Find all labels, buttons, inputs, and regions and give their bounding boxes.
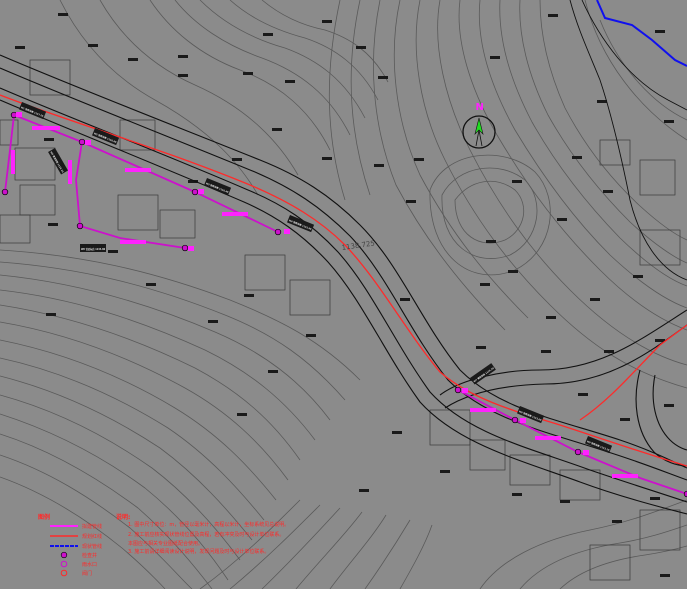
note-line: 本图应与相关专业图纸配合使用。	[128, 540, 203, 547]
legend-label: 阀门	[82, 570, 92, 577]
site-plan-map: W1 管底标高 1137.25 W2 管底标高 1136.80 W3 管底标高 …	[0, 0, 687, 589]
note-line: 2. 施工前应核实现状管线位置及高程，若有冲突及时与设计单位联系。	[128, 531, 284, 538]
note-line: 3. 施工前请详细阅读设计说明，发现问题及时与设计单位联系。	[128, 548, 269, 555]
legend-label: 雨水口	[82, 561, 97, 568]
station-label: W6 管底标高 1134.80	[80, 244, 106, 252]
legend-label: 检查井	[82, 552, 97, 559]
note-line: 1. 图中尺寸单位：m，管径以毫米计，高程以米计，坐标系统见总说明。	[128, 521, 289, 528]
map-background	[0, 0, 687, 589]
notes-title: 说明:	[116, 513, 130, 521]
north-label: N	[476, 102, 484, 113]
legend-label: 现状管线	[82, 543, 102, 550]
station-text: W6 管底标高 1134.80	[81, 247, 106, 251]
legend-label: 拟建管线	[82, 523, 102, 530]
legend-label: 规划红线	[82, 533, 102, 540]
legend-title: 图例	[38, 513, 50, 521]
